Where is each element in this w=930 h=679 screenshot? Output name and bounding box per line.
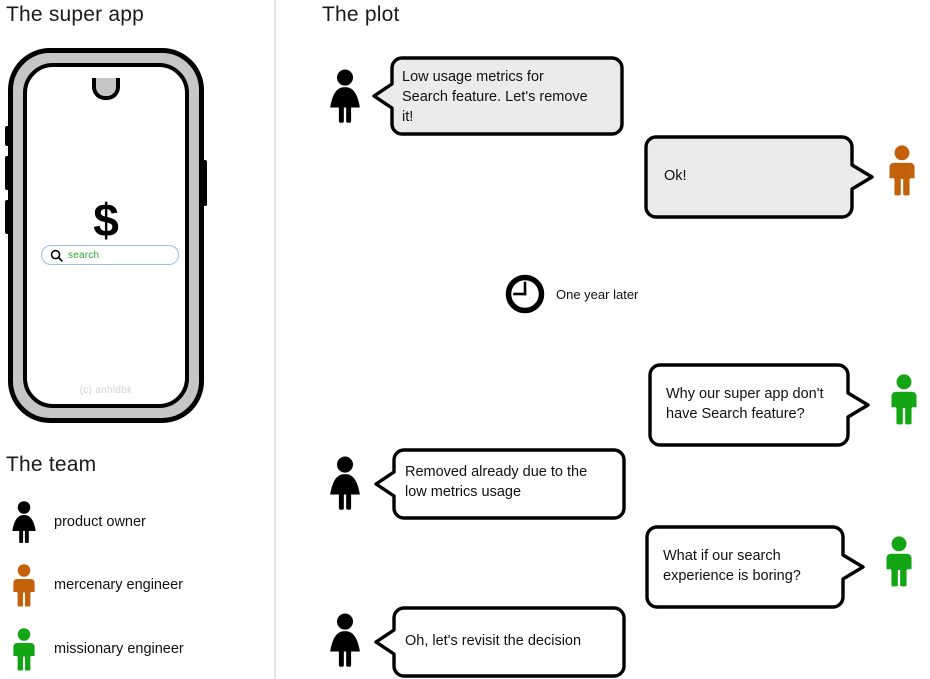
speech-bubble-text: Low usage metrics for Search feature. Le… <box>402 69 588 125</box>
page-title-the-plot: The plot <box>322 3 400 26</box>
male-figure-icon <box>891 374 917 425</box>
phone-mockup: $ search (c) anhldbk <box>5 48 207 423</box>
clock-icon <box>505 274 545 314</box>
male-figure-icon <box>889 145 915 196</box>
legend-label: missionary engineer <box>54 641 184 657</box>
female-figure-icon <box>12 501 36 543</box>
female-figure-icon <box>330 69 360 123</box>
speech-bubble-text: Removed already due to the low metrics u… <box>405 464 588 500</box>
speech-bubble-text: Ok! <box>664 168 687 184</box>
speaker-avatar-missionary-engineer <box>884 373 924 425</box>
timeskip-marker: One year later <box>505 274 638 314</box>
speech-bubble-text: What if our search experience is boring? <box>663 548 801 584</box>
speech-bubble-4: What if our search experience is boring? <box>645 525 865 609</box>
legend-label: product owner <box>54 514 146 530</box>
app-currency-symbol: $ <box>93 194 119 246</box>
speaker-avatar-mercenary-engineer <box>882 144 922 196</box>
phone-screen: $ search (c) anhldbk <box>23 63 189 408</box>
page-title-super-app: The super app <box>6 3 145 26</box>
speech-bubble-0: Low usage metrics for Search feature. Le… <box>372 56 624 136</box>
search-placeholder: search <box>68 249 100 261</box>
speech-bubble-text: Oh, let's revisit the decision <box>405 633 582 649</box>
search-icon <box>50 249 63 262</box>
watermark: (c) anhldbk <box>79 385 133 396</box>
legend-item-missionary-engineer: missionary engineer <box>8 627 184 671</box>
speech-bubble-5: Oh, let's revisit the decision <box>374 606 626 678</box>
speech-bubble-3: Removed already due to the low metrics u… <box>374 448 626 520</box>
male-figure-icon <box>13 564 35 607</box>
phone-side-button-power[interactable] <box>201 160 207 206</box>
female-figure-icon <box>330 456 360 510</box>
panel-divider <box>274 0 276 679</box>
speech-bubble-1: Ok! <box>644 135 874 219</box>
timeskip-label: One year later <box>556 286 639 302</box>
speech-bubble-2: Why our super app don't have Search feat… <box>648 363 870 447</box>
speaker-avatar-missionary-engineer <box>879 535 919 587</box>
legend-item-mercenary-engineer: mercenary engineer <box>8 563 183 607</box>
page-title-the-team: The team <box>6 453 97 476</box>
phone-side-button-volume-up[interactable] <box>5 156 11 190</box>
phone-side-button-volume-down[interactable] <box>5 200 11 234</box>
speech-bubble-text: Why our super app don't have Search feat… <box>666 386 824 422</box>
speaker-avatar-product-owner <box>322 68 368 124</box>
speaker-avatar-product-owner <box>322 612 368 668</box>
female-figure-icon <box>330 613 360 667</box>
phone-side-button-silent[interactable] <box>5 126 11 146</box>
search-input[interactable]: search <box>41 245 179 265</box>
phone-notch-icon <box>92 78 120 100</box>
speaker-avatar-product-owner <box>322 455 368 511</box>
male-figure-icon <box>886 536 912 587</box>
legend-item-product-owner: product owner <box>8 500 146 544</box>
male-figure-icon <box>13 628 35 671</box>
legend-label: mercenary engineer <box>54 577 183 593</box>
